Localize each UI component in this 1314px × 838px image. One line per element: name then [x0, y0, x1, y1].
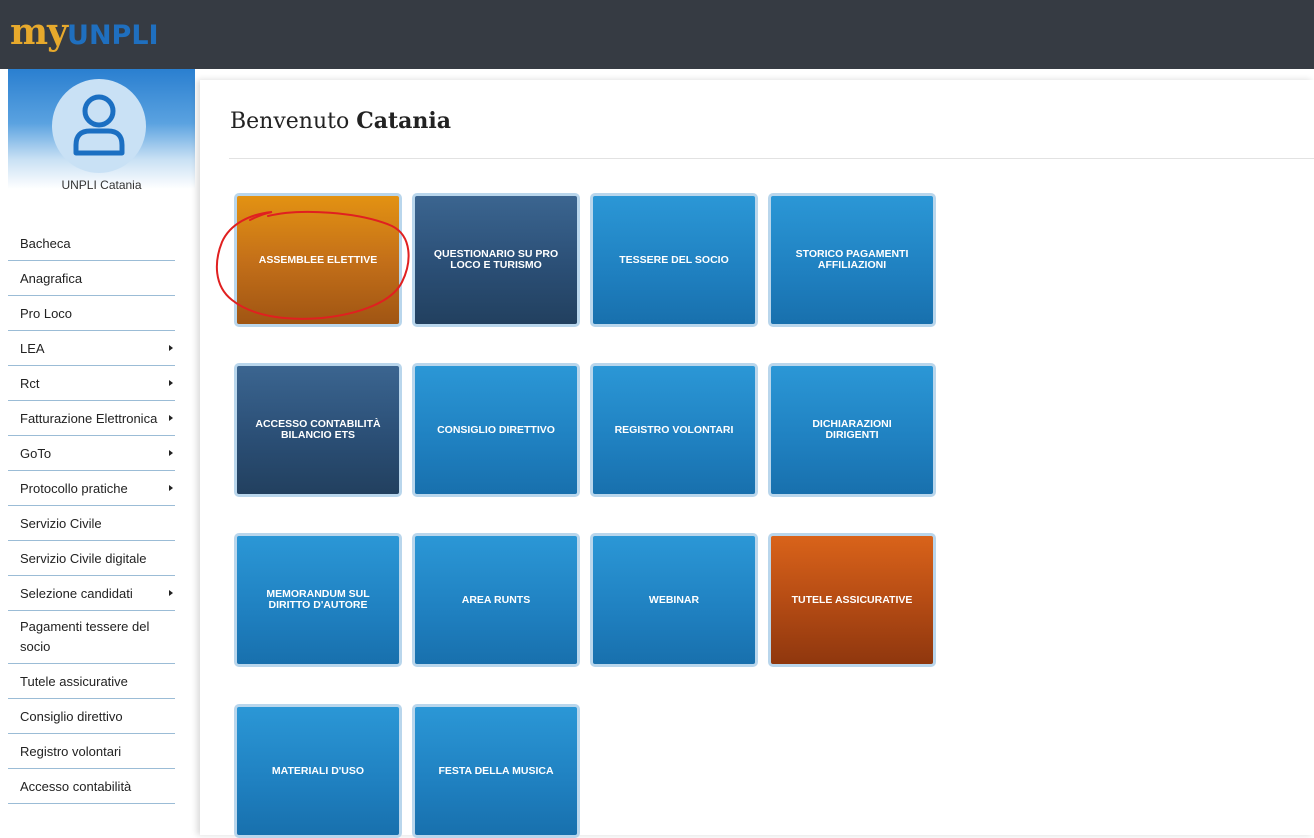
tile-label: Materiali d'uso — [271, 764, 365, 777]
tile-label: Area RUNTS — [461, 593, 531, 606]
dashboard-tile[interactable]: Dichiarazioni dirigenti — [768, 363, 936, 497]
dashboard-tile[interactable]: Memorandum sul diritto d'autore — [234, 533, 402, 667]
tile-label: Accesso contabilità bilancio ETS — [255, 418, 381, 441]
tile-label: Registro volontari — [614, 423, 734, 436]
dashboard-tile[interactable]: Accesso contabilità bilancio ETS — [234, 363, 402, 497]
dashboard-tile[interactable]: Questionario su Pro Loco e Turismo — [412, 193, 580, 327]
sidebar-item-label: Protocollo pratiche — [20, 480, 128, 496]
sidebar-item-label: Pagamenti tessere del socio — [20, 619, 150, 654]
sidebar-item-label: Tutele assicurative — [20, 673, 128, 689]
page-title: Benvenuto Catania — [230, 108, 451, 134]
dashboard-tile[interactable]: Tessere del socio — [590, 193, 758, 327]
dashboard-tile[interactable]: Registro volontari — [590, 363, 758, 497]
avatar — [52, 79, 146, 173]
dashboard-tile[interactable]: Consiglio direttivo — [412, 363, 580, 497]
profile-name: UNPLI Catania — [61, 178, 142, 192]
logo-unpli: UNPLI — [67, 20, 159, 51]
tile-label: Dichiarazioni dirigenti — [812, 418, 892, 441]
sidebar-item[interactable]: Accesso contabilità — [8, 769, 175, 804]
sidebar-menu: Bacheca Anagrafica Pro Loco LEA Rct Fatturazi… — [8, 226, 175, 804]
tile-label: Webinar — [648, 593, 700, 606]
caret-right-icon — [169, 380, 173, 386]
profile-header — [8, 69, 195, 189]
sidebar-item[interactable]: LEA — [8, 331, 175, 366]
sidebar-item[interactable]: Selezione candidati — [8, 576, 175, 611]
sidebar-item[interactable]: Tutele assicurative — [8, 664, 175, 699]
sidebar-item[interactable]: Bacheca — [8, 226, 175, 261]
sidebar-item-label: Fatturazione Elettronica — [20, 410, 158, 426]
caret-right-icon — [169, 415, 173, 421]
tile-label: Tutele assicurative — [791, 593, 913, 606]
sidebar-item-label: Selezione candidati — [20, 585, 133, 601]
caret-right-icon — [169, 485, 173, 491]
sidebar-item[interactable]: Fatturazione Elettronica — [8, 401, 175, 436]
top-bar: myUNPLI — [0, 0, 1314, 69]
tile-label: Tessere del socio — [619, 253, 729, 266]
tile-label: Storico pagamenti affiliazioni — [795, 248, 909, 271]
dashboard-tile[interactable]: Materiali d'uso — [234, 704, 402, 838]
sidebar-item[interactable]: Pro Loco — [8, 296, 175, 331]
caret-right-icon — [169, 345, 173, 351]
sidebar-item[interactable]: GoTo — [8, 436, 175, 471]
dashboard-tile[interactable]: Area RUNTS — [412, 533, 580, 667]
tile-label: Questionario su Pro Loco e Turismo — [433, 248, 559, 271]
dashboard-tile[interactable]: Festa della musica — [412, 704, 580, 838]
sidebar-item-label: Rct — [20, 375, 40, 391]
sidebar-item-label: Consiglio direttivo — [20, 708, 123, 724]
sidebar-item-label: Accesso contabilità — [20, 778, 132, 794]
sidebar-item[interactable]: Servizio Civile digitale — [8, 541, 175, 576]
title-divider — [229, 158, 1314, 159]
sidebar-item[interactable]: Pagamenti tessere del socio — [8, 611, 175, 664]
caret-right-icon — [169, 590, 173, 596]
caret-right-icon — [169, 450, 173, 456]
logo-my: my — [10, 11, 68, 53]
dashboard-tile[interactable]: Tutele assicurative — [768, 533, 936, 667]
tile-label: Assemblee elettive — [258, 253, 378, 266]
sidebar-item-label: Pro Loco — [20, 305, 73, 321]
sidebar-item[interactable]: Protocollo pratiche — [8, 471, 175, 506]
user-icon — [73, 94, 125, 156]
sidebar-item-label: Bacheca — [20, 235, 71, 251]
tile-label: Consiglio direttivo — [437, 423, 555, 436]
sidebar-item[interactable]: Servizio Civile — [8, 506, 175, 541]
tile-label: Festa della musica — [438, 764, 554, 777]
dashboard-tile[interactable]: Assemblee elettive — [234, 193, 402, 327]
sidebar-item-label: GoTo — [20, 445, 52, 461]
welcome-prefix: Benvenuto — [230, 109, 350, 134]
sidebar-item-label: Servizio Civile — [20, 515, 102, 531]
dashboard-tile[interactable]: Webinar — [590, 533, 758, 667]
welcome-name: Catania — [356, 108, 452, 134]
sidebar-item[interactable]: Registro volontari — [8, 734, 175, 769]
sidebar-item-label: LEA — [20, 340, 45, 356]
myunpli-logo[interactable]: myUNPLI — [10, 11, 159, 53]
sidebar-item[interactable]: Consiglio direttivo — [8, 699, 175, 734]
sidebar-item-label: Anagrafica — [20, 270, 83, 286]
sidebar-item[interactable]: Rct — [8, 366, 175, 401]
sidebar-item-label: Servizio Civile digitale — [20, 550, 147, 566]
dashboard-tile[interactable]: Storico pagamenti affiliazioni — [768, 193, 936, 327]
sidebar-item[interactable]: Anagrafica — [8, 261, 175, 296]
tile-label: Memorandum sul diritto d'autore — [266, 588, 370, 611]
sidebar-item-label: Registro volontari — [20, 743, 122, 759]
